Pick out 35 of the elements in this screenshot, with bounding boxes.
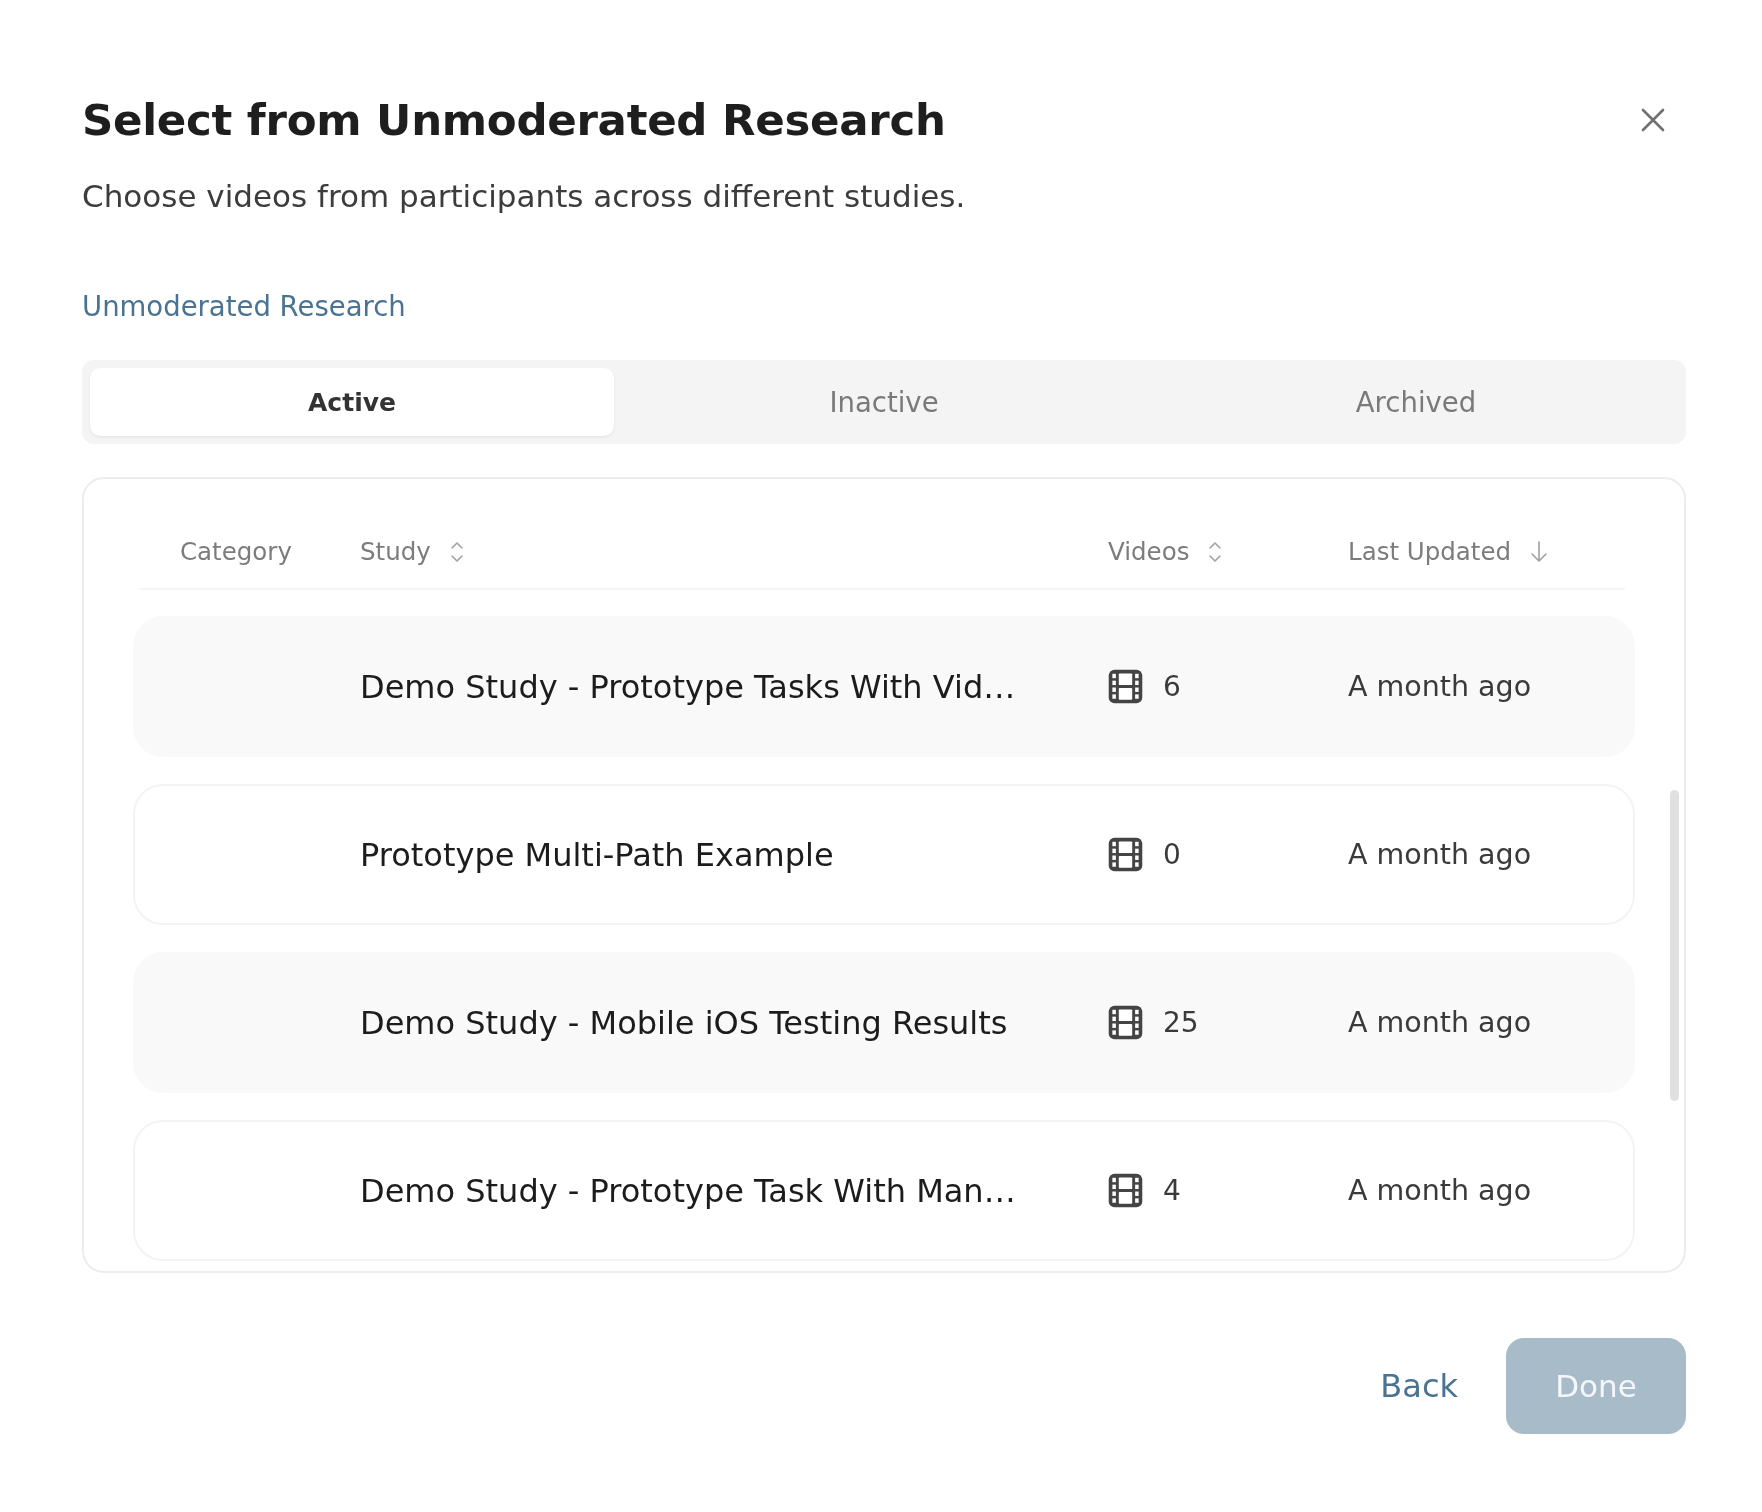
table-row[interactable]: Demo Study - Prototype Task With Man… 4 A month ago [133, 1120, 1635, 1261]
film-icon [1108, 1005, 1143, 1040]
column-header: Category [180, 537, 292, 566]
table-row[interactable]: Prototype Multi-Path Example 0 A month ago [133, 784, 1635, 925]
scrollbar-thumb[interactable] [1670, 790, 1679, 1101]
breadcrumb-link[interactable]: Unmoderated Research [82, 288, 406, 324]
arrow-down-icon[interactable] [1529, 540, 1550, 563]
close-icon [1639, 106, 1667, 134]
tab[interactable]: Archived [1154, 368, 1678, 436]
close-button[interactable] [1639, 106, 1667, 134]
video-count: 6 [1163, 670, 1181, 703]
dialog-title: Select from Unmoderated Research [82, 95, 946, 145]
dialog-subtitle: Choose videos from participants across different studies. [82, 177, 967, 215]
column-header[interactable]: Videos [1108, 537, 1190, 566]
video-count: 0 [1163, 838, 1181, 871]
last-updated: A month ago [1348, 1006, 1533, 1039]
video-count: 25 [1163, 1006, 1199, 1039]
film-icon [1108, 669, 1143, 704]
study-title: Demo Study - Prototype Task With Man… [360, 1171, 1017, 1210]
tab[interactable]: Active [90, 368, 614, 436]
last-updated: A month ago [1348, 838, 1533, 871]
last-updated: A month ago [1348, 1174, 1533, 1207]
study-title: Prototype Multi-Path Example [360, 835, 835, 874]
column-header[interactable]: Last Updated [1348, 537, 1512, 566]
tab[interactable]: Inactive [622, 368, 1146, 436]
film-icon [1108, 837, 1143, 872]
study-title: Demo Study - Mobile iOS Testing Results [360, 1003, 1009, 1042]
video-count: 4 [1163, 1174, 1181, 1207]
last-updated: A month ago [1348, 670, 1533, 703]
column-header[interactable]: Study [360, 537, 431, 566]
table-row[interactable]: Demo Study - Mobile iOS Testing Results 25 A month ago [133, 952, 1635, 1093]
table-row[interactable]: Demo Study - Prototype Tasks With Vid… 6 A month ago [133, 616, 1635, 757]
film-icon [1108, 1173, 1143, 1208]
study-title: Demo Study - Prototype Tasks With Vid… [360, 667, 1017, 706]
back-button[interactable]: Back [1356, 1338, 1482, 1434]
